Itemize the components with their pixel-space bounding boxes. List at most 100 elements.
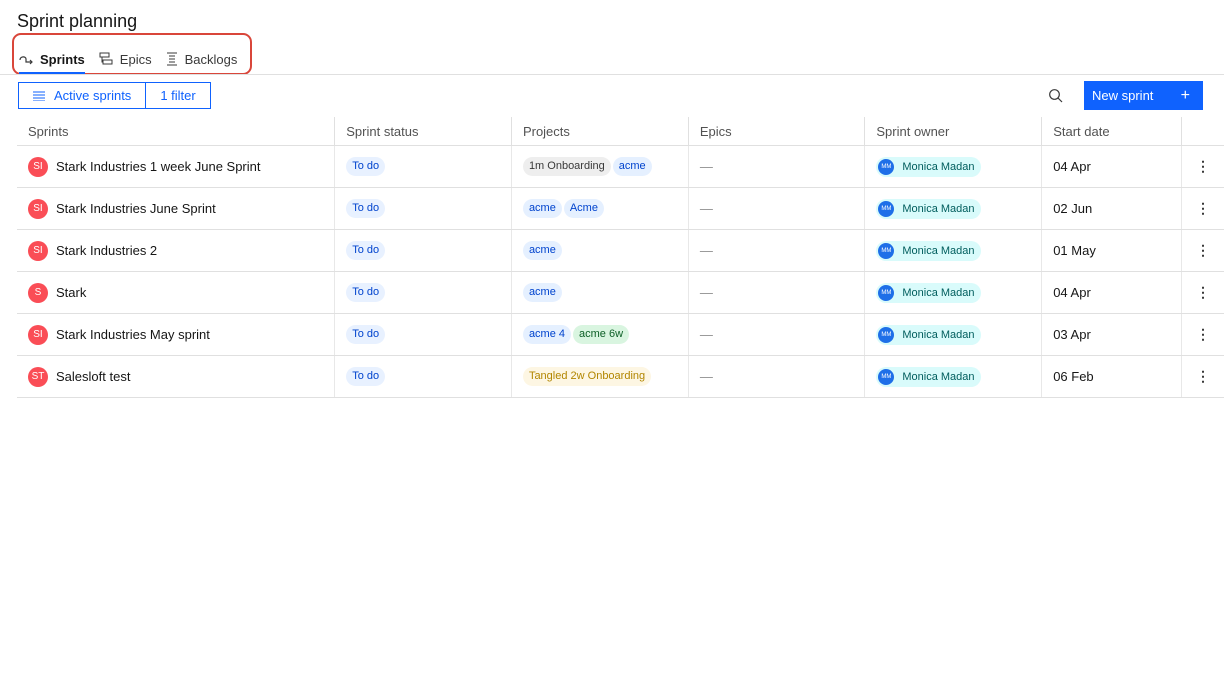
project-tag[interactable]: acme bbox=[612, 157, 652, 176]
status-badge[interactable]: To do bbox=[346, 325, 386, 344]
project-tag[interactable]: 1m Onboarding bbox=[522, 157, 611, 176]
avatar: MM bbox=[878, 327, 895, 343]
table-row[interactable]: SI Stark Industries May sprint To do acme 4… bbox=[17, 313, 1224, 356]
new-sprint-label: New sprint bbox=[1092, 88, 1154, 103]
project-tag[interactable]: acme bbox=[522, 199, 562, 218]
owner-tag[interactable]: MM Monica Madan bbox=[876, 325, 981, 345]
sprint-cell[interactable]: SI Stark Industries May sprint bbox=[17, 313, 335, 356]
tab-label: Backlogs bbox=[184, 51, 238, 67]
owner-tag[interactable]: MM Monica Madan bbox=[876, 241, 981, 261]
owner-tag[interactable]: MM Monica Madan bbox=[876, 283, 981, 303]
tab-label: Sprints bbox=[40, 51, 85, 67]
sprint-icon bbox=[19, 56, 33, 65]
avatar: MM bbox=[878, 369, 895, 385]
status-badge[interactable]: To do bbox=[346, 157, 386, 176]
sprint-cell[interactable]: ST Salesloft test bbox=[17, 355, 335, 398]
start-date: 03 Apr bbox=[1053, 327, 1091, 342]
overflow-menu-icon[interactable]: ⋮ bbox=[1193, 200, 1213, 217]
owner-cell: MM Monica Madan bbox=[864, 229, 1042, 272]
tab-sprints[interactable]: Sprints bbox=[19, 44, 85, 74]
start-date: 04 Apr bbox=[1053, 285, 1091, 300]
overflow-menu-icon[interactable]: ⋮ bbox=[1193, 368, 1213, 385]
actions-cell: ⋮ bbox=[1180, 355, 1224, 398]
owner-name: Monica Madan bbox=[902, 161, 975, 173]
column-header-sprint-status[interactable]: Sprint status bbox=[334, 117, 512, 146]
table-row[interactable]: ST Salesloft test To do Tangled 2w Onboardi… bbox=[17, 355, 1224, 398]
projects-cell: acme Acme bbox=[510, 187, 689, 230]
epics-value: — bbox=[699, 243, 713, 258]
tab-epics[interactable]: Epics bbox=[99, 44, 152, 74]
list-icon bbox=[33, 91, 45, 101]
project-tag[interactable]: Acme bbox=[563, 199, 604, 218]
search-button[interactable] bbox=[1047, 87, 1065, 105]
plus-icon: + bbox=[1180, 86, 1190, 104]
overflow-menu-icon[interactable]: ⋮ bbox=[1193, 242, 1213, 259]
sprint-cell[interactable]: S Stark bbox=[17, 271, 335, 314]
owner-cell: MM Monica Madan bbox=[864, 313, 1042, 356]
table-row[interactable]: SI Stark Industries 2 To do acme — MM Monica M… bbox=[17, 229, 1224, 272]
project-tag[interactable]: Tangled 2w Onboarding bbox=[522, 367, 652, 386]
new-sprint-button[interactable]: New sprint + bbox=[1084, 81, 1203, 110]
epics-cell: — bbox=[687, 145, 865, 188]
epics-cell: — bbox=[687, 355, 865, 398]
filter-button[interactable]: 1 filter bbox=[146, 82, 211, 109]
sprint-cell[interactable]: SI Stark Industries 2 bbox=[17, 229, 335, 272]
epics-value: — bbox=[699, 369, 713, 384]
column-header-sprints[interactable]: Sprints bbox=[17, 117, 335, 146]
epics-value: — bbox=[699, 159, 713, 174]
projects-cell: Tangled 2w Onboarding bbox=[510, 355, 689, 398]
projects-cell: 1m Onboarding acme bbox=[510, 145, 689, 188]
sprint-name[interactable]: Stark Industries May sprint bbox=[56, 327, 210, 342]
project-tag[interactable]: acme bbox=[522, 283, 562, 302]
owner-name: Monica Madan bbox=[902, 371, 975, 383]
projects-cell: acme 4 acme 6w bbox=[510, 313, 689, 356]
status-badge[interactable]: To do bbox=[346, 367, 386, 386]
actions-cell: ⋮ bbox=[1180, 187, 1224, 230]
column-header-projects[interactable]: Projects bbox=[510, 117, 689, 146]
status-badge[interactable]: To do bbox=[346, 199, 386, 218]
active-sprints-button[interactable]: Active sprints bbox=[18, 82, 147, 109]
epics-value: — bbox=[699, 285, 713, 300]
view-toolbar: Active sprints 1 filter bbox=[18, 82, 211, 109]
table-row[interactable]: SI Stark Industries 1 week June Sprint To … bbox=[17, 145, 1224, 188]
table-row[interactable]: S Stark To do acme — MM Monica Madan 04 Apr ⋮ bbox=[17, 271, 1224, 314]
sprint-name[interactable]: Stark Industries 2 bbox=[56, 243, 157, 258]
owner-name: Monica Madan bbox=[902, 245, 975, 257]
sprints-table: Sprints Sprint status Projects Epics Spr… bbox=[17, 117, 1224, 398]
sprint-cell[interactable]: SI Stark Industries June Sprint bbox=[17, 187, 335, 230]
status-cell: To do bbox=[334, 355, 512, 398]
status-cell: To do bbox=[334, 187, 512, 230]
sprint-avatar: S bbox=[28, 282, 48, 303]
owner-tag[interactable]: MM Monica Madan bbox=[876, 367, 981, 387]
owner-tag[interactable]: MM Monica Madan bbox=[876, 199, 981, 219]
status-badge[interactable]: To do bbox=[346, 283, 386, 302]
start-date-cell: 04 Apr bbox=[1041, 145, 1182, 188]
overflow-menu-icon[interactable]: ⋮ bbox=[1193, 158, 1213, 175]
overflow-menu-icon[interactable]: ⋮ bbox=[1193, 284, 1213, 301]
overflow-menu-icon[interactable]: ⋮ bbox=[1193, 326, 1213, 343]
table-row[interactable]: SI Stark Industries June Sprint To do acme A… bbox=[17, 187, 1224, 230]
column-header-sprint-owner[interactable]: Sprint owner bbox=[864, 117, 1042, 146]
table-header-row: Sprints Sprint status Projects Epics Spr… bbox=[17, 117, 1224, 146]
project-tag[interactable]: acme 6w bbox=[573, 325, 630, 344]
page-title: Sprint planning bbox=[17, 11, 138, 31]
sprint-name[interactable]: Stark Industries June Sprint bbox=[56, 201, 216, 216]
start-date-cell: 06 Feb bbox=[1041, 355, 1182, 398]
owner-cell: MM Monica Madan bbox=[864, 355, 1042, 398]
owner-tag[interactable]: MM Monica Madan bbox=[876, 157, 981, 177]
project-tag[interactable]: acme bbox=[522, 241, 562, 260]
sprint-name[interactable]: Stark Industries 1 week June Sprint bbox=[56, 159, 261, 174]
sprint-name[interactable]: Salesloft test bbox=[56, 369, 130, 384]
status-badge[interactable]: To do bbox=[346, 241, 386, 260]
search-icon bbox=[1049, 89, 1063, 103]
project-tag[interactable]: acme 4 bbox=[522, 325, 572, 344]
tab-backlogs[interactable]: Backlogs bbox=[166, 44, 238, 74]
sprint-cell[interactable]: SI Stark Industries 1 week June Sprint bbox=[17, 145, 335, 188]
column-header-epics[interactable]: Epics bbox=[687, 117, 865, 146]
column-header-start-date[interactable]: Start date bbox=[1041, 117, 1182, 146]
owner-cell: MM Monica Madan bbox=[864, 187, 1042, 230]
sprint-avatar: SI bbox=[28, 324, 48, 345]
actions-cell: ⋮ bbox=[1180, 145, 1224, 188]
sprint-name[interactable]: Stark bbox=[56, 285, 86, 300]
start-date-cell: 04 Apr bbox=[1041, 271, 1182, 314]
